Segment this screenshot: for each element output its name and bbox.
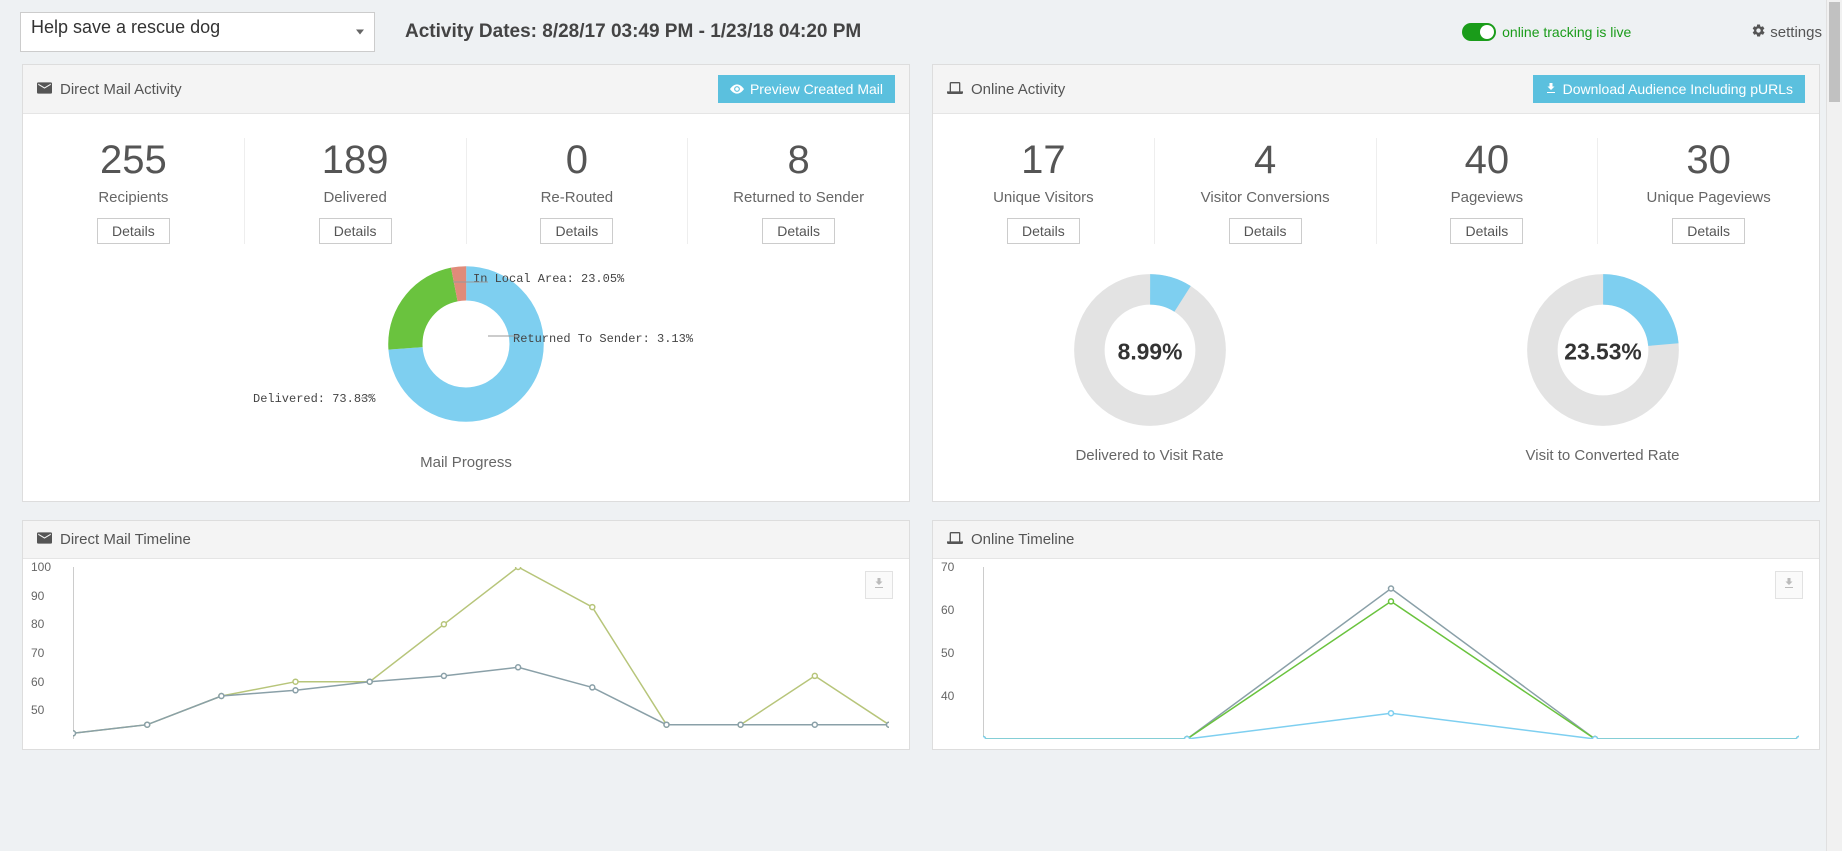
y-axis-tick: 70 xyxy=(941,560,954,574)
campaign-select-value: Help save a rescue dog xyxy=(31,17,220,37)
y-axis-tick: 40 xyxy=(941,689,954,703)
panel-title: Online Activity xyxy=(971,81,1065,98)
download-icon xyxy=(1545,81,1557,97)
y-axis-tick: 60 xyxy=(31,675,44,689)
y-axis-tick: 50 xyxy=(941,646,954,660)
metric-label: Delivered xyxy=(255,189,456,206)
panel-title: Direct Mail Timeline xyxy=(60,531,191,548)
online-timeline-panel: Online Timeline 70 60 50 40 xyxy=(932,520,1820,750)
tracking-status[interactable]: online tracking is live xyxy=(1462,23,1631,41)
tracking-status-text: online tracking is live xyxy=(1502,24,1631,40)
preview-created-mail-button[interactable]: Preview Created Mail xyxy=(718,75,895,103)
direct-mail-timeline-chart xyxy=(73,567,889,739)
tracking-toggle[interactable] xyxy=(1462,23,1496,41)
metric-value: 8 xyxy=(698,138,899,183)
panel-header: Direct Mail Activity Preview Created Mai… xyxy=(23,65,909,114)
donut-label-delivered: Delivered: 73.83% xyxy=(253,392,375,406)
metric-value: 30 xyxy=(1608,138,1809,183)
donut-label-returned: Returned To Sender: 3.13% xyxy=(513,332,693,346)
metric-value: 17 xyxy=(943,138,1144,183)
metric-value: 255 xyxy=(33,138,234,183)
gauge-caption: Visit to Converted Rate xyxy=(1523,447,1683,464)
panel-title: Direct Mail Activity xyxy=(60,81,182,98)
envelope-icon xyxy=(37,531,52,548)
y-axis-tick: 70 xyxy=(31,646,44,660)
delivered-to-visit-gauge: 8.99% Delivered to Visit Rate xyxy=(1070,270,1230,464)
metric-value: 40 xyxy=(1387,138,1588,183)
scrollbar-thumb[interactable] xyxy=(1829,2,1840,102)
gauge-center-text: 8.99% xyxy=(1117,339,1182,365)
panel-header: Online Timeline xyxy=(933,521,1819,559)
direct-mail-metrics: 255 Recipients Details 189 Delivered Det… xyxy=(23,114,909,254)
metric-label: Unique Visitors xyxy=(943,189,1144,206)
online-metrics: 17 Unique Visitors Details 4 Visitor Con… xyxy=(933,114,1819,254)
gear-icon xyxy=(1751,23,1766,42)
panel-header: Direct Mail Timeline xyxy=(23,521,909,559)
details-button[interactable]: Details xyxy=(1672,218,1745,244)
direct-mail-timeline-panel: Direct Mail Timeline 100 90 80 70 60 50 xyxy=(22,520,910,750)
details-button[interactable]: Details xyxy=(1007,218,1080,244)
online-timeline-chart xyxy=(983,567,1799,739)
metric-label: Unique Pageviews xyxy=(1608,189,1809,206)
details-button[interactable]: Details xyxy=(97,218,170,244)
details-button[interactable]: Details xyxy=(540,218,613,244)
donut-slice-returned xyxy=(405,283,526,404)
metric-label: Returned to Sender xyxy=(698,189,899,206)
metric-label: Re-Routed xyxy=(477,189,678,206)
settings-button[interactable]: settings xyxy=(1751,23,1822,42)
metric-label: Pageviews xyxy=(1387,189,1588,206)
details-button[interactable]: Details xyxy=(1229,218,1302,244)
metric-recipients: 255 Recipients Details xyxy=(23,138,245,244)
donut-caption: Mail Progress xyxy=(43,454,889,471)
y-axis-tick: 80 xyxy=(31,617,44,631)
metric-unique-pageviews: 30 Unique Pageviews Details xyxy=(1598,138,1819,244)
settings-label: settings xyxy=(1770,24,1822,41)
details-button[interactable]: Details xyxy=(319,218,392,244)
campaign-select[interactable]: Help save a rescue dog xyxy=(20,12,375,52)
panel-header: Online Activity Download Audience Includ… xyxy=(933,65,1819,114)
y-axis-tick: 50 xyxy=(31,703,44,717)
metric-returned: 8 Returned to Sender Details xyxy=(688,138,909,244)
y-axis-tick: 90 xyxy=(31,589,44,603)
metric-delivered: 189 Delivered Details xyxy=(245,138,467,244)
metric-pageviews: 40 Pageviews Details xyxy=(1377,138,1599,244)
envelope-icon xyxy=(37,81,52,98)
preview-button-label: Preview Created Mail xyxy=(750,81,883,97)
direct-mail-activity-panel: Direct Mail Activity Preview Created Mai… xyxy=(22,64,910,502)
metric-label: Visitor Conversions xyxy=(1165,189,1366,206)
details-button[interactable]: Details xyxy=(1450,218,1523,244)
laptop-icon xyxy=(947,81,963,98)
metric-label: Recipients xyxy=(33,189,234,206)
online-activity-panel: Online Activity Download Audience Includ… xyxy=(932,64,1820,502)
laptop-icon xyxy=(947,531,963,548)
donut-label-inlocal: In Local Area: 23.05% xyxy=(473,272,624,286)
y-axis-tick: 60 xyxy=(941,603,954,617)
metric-unique-visitors: 17 Unique Visitors Details xyxy=(933,138,1155,244)
chart-body: 100 90 80 70 60 50 xyxy=(23,559,909,749)
metric-value: 4 xyxy=(1165,138,1366,183)
vertical-scrollbar[interactable] xyxy=(1826,0,1842,851)
chart-body: 70 60 50 40 xyxy=(933,559,1819,749)
metric-value: 189 xyxy=(255,138,456,183)
panel-title: Online Timeline xyxy=(971,531,1074,548)
download-audience-button[interactable]: Download Audience Including pURLs xyxy=(1533,75,1805,103)
gauge-center-text: 23.53% xyxy=(1564,339,1641,365)
eye-icon xyxy=(730,81,744,97)
metric-visitor-conversions: 4 Visitor Conversions Details xyxy=(1155,138,1377,244)
metric-rerouted: 0 Re-Routed Details xyxy=(467,138,689,244)
gauge-caption: Delivered to Visit Rate xyxy=(1070,447,1230,464)
details-button[interactable]: Details xyxy=(762,218,835,244)
metric-value: 0 xyxy=(477,138,678,183)
y-axis-tick: 100 xyxy=(31,560,51,574)
download-button-label: Download Audience Including pURLs xyxy=(1563,81,1793,97)
activity-dates-label: Activity Dates: 8/28/17 03:49 PM - 1/23/… xyxy=(405,21,861,43)
visit-to-converted-gauge: 23.53% Visit to Converted Rate xyxy=(1523,270,1683,464)
